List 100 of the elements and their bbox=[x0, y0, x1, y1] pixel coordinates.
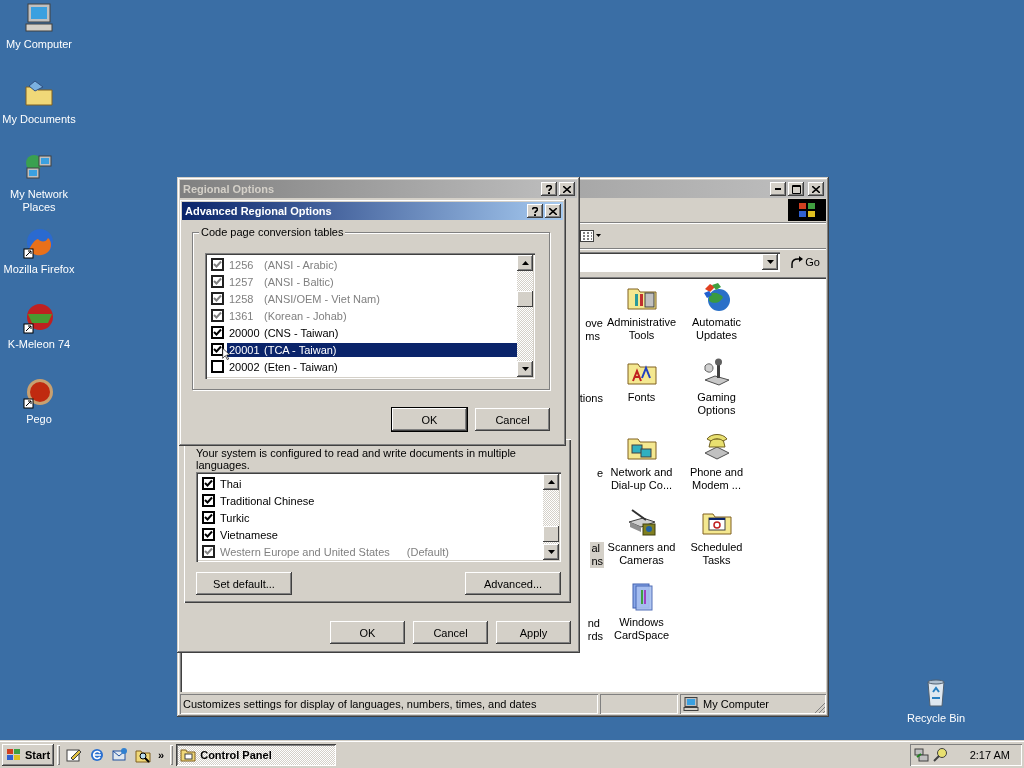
dropdown-button[interactable] bbox=[762, 254, 779, 270]
scrollbar[interactable] bbox=[543, 474, 559, 560]
windows-flag-icon bbox=[6, 748, 22, 762]
code-page-item[interactable]: 20002 (Eten - Taiwan) bbox=[227, 359, 517, 374]
down-arrow-icon bbox=[547, 550, 555, 554]
folder-icon bbox=[180, 748, 197, 762]
desktop-icon-label: K-Meleon 74 bbox=[6, 338, 72, 351]
desktop-shortcut[interactable]: K-Meleon 74 bbox=[0, 302, 78, 377]
desktop-shortcut[interactable]: My Computer bbox=[0, 2, 78, 77]
maximize-icon bbox=[791, 184, 801, 194]
control-panel-item-label[interactable]: Scanners and Cameras bbox=[606, 541, 677, 567]
taskbar-button[interactable]: Control Panel bbox=[176, 744, 337, 766]
scroll-down-button[interactable] bbox=[543, 544, 559, 560]
close-button[interactable] bbox=[545, 204, 561, 218]
desktop-shortcut[interactable]: Recycle Bin bbox=[897, 676, 975, 725]
views-button[interactable] bbox=[578, 227, 603, 244]
checkbox[interactable] bbox=[202, 528, 215, 541]
status-text: Customizes settings for display of languages, numbers, times, and dates bbox=[180, 694, 598, 714]
envelope-icon bbox=[112, 747, 129, 763]
computer-icon bbox=[23, 2, 55, 34]
magnifier-folder-icon bbox=[135, 747, 152, 763]
magnifier-tray-icon bbox=[933, 747, 949, 763]
language-label[interactable]: Turkic bbox=[218, 510, 252, 525]
mouse-pointer-icon bbox=[222, 348, 230, 360]
language-label[interactable]: Thai bbox=[218, 476, 244, 491]
advanced-button[interactable]: Advanced... bbox=[465, 572, 561, 595]
code-page-item[interactable]: 20001 (TCA - Taiwan) bbox=[227, 342, 517, 357]
control-panel-item-label[interactable]: Scheduled Tasks bbox=[689, 541, 744, 567]
windows-flag-icon bbox=[798, 202, 816, 218]
go-button[interactable]: Go bbox=[786, 251, 824, 273]
control-panel-item-label[interactable]: nd rds bbox=[586, 617, 604, 643]
zone-label: My Computer bbox=[703, 698, 770, 710]
desktop-icon-label: Mozilla Firefox bbox=[2, 263, 76, 276]
description-text: Your system is configured to read and write documents in multiple languages. bbox=[196, 447, 517, 471]
control-panel-item-label[interactable]: Gaming Options bbox=[696, 391, 737, 417]
dialog-button[interactable]: Cancel bbox=[413, 621, 488, 644]
desktop-shortcut[interactable]: My Network Places bbox=[0, 152, 78, 227]
desktop-icon-label: My Documents bbox=[1, 113, 77, 126]
desktop-icon-label: My Network Places bbox=[8, 188, 70, 214]
language-label[interactable]: Traditional Chinese bbox=[218, 493, 317, 508]
control-panel-item-label[interactable]: Windows CardSpace bbox=[612, 616, 670, 642]
checkbox[interactable] bbox=[202, 477, 215, 490]
desktop-icon-label: Recycle Bin bbox=[905, 712, 967, 725]
scrollbar-thumb[interactable] bbox=[517, 291, 533, 307]
checkbox[interactable] bbox=[202, 494, 215, 507]
question-mark-icon bbox=[532, 206, 538, 216]
window-title: Regional Options bbox=[183, 183, 275, 195]
control-panel-item-label[interactable]: Phone and Modem ... bbox=[688, 466, 745, 492]
creature-shortcut-icon bbox=[23, 302, 55, 334]
checkbox[interactable] bbox=[202, 511, 215, 524]
scroll-up-button[interactable] bbox=[543, 474, 559, 490]
resize-grip-icon bbox=[814, 702, 826, 714]
set-default-button[interactable]: Set default... bbox=[196, 572, 292, 595]
more-button[interactable]: » bbox=[155, 744, 168, 766]
scroll-up-button[interactable] bbox=[517, 255, 533, 271]
desktop-shortcut[interactable]: Mozilla Firefox bbox=[0, 227, 78, 302]
curved-arrow-icon bbox=[790, 255, 804, 269]
desktop-shortcut[interactable]: Pego bbox=[0, 377, 78, 452]
clock: 2:17 AM bbox=[969, 749, 1010, 761]
window-title: Advanced Regional Options bbox=[185, 205, 332, 217]
control-panel-item-label[interactable]: tions bbox=[578, 392, 604, 405]
scrollbar-thumb[interactable] bbox=[543, 526, 559, 542]
checkbox[interactable] bbox=[211, 360, 224, 373]
control-panel-item-label[interactable]: Network and Dial-up Co... bbox=[609, 466, 674, 492]
close-icon bbox=[549, 207, 557, 215]
control-panel-item-label[interactable]: ove ms bbox=[584, 317, 604, 343]
up-arrow-icon bbox=[521, 261, 529, 265]
dialog-button[interactable]: OK bbox=[330, 621, 405, 644]
caret-icon bbox=[596, 234, 601, 237]
desktop-icon-label: My Computer bbox=[5, 38, 73, 51]
network-tray-icon bbox=[914, 747, 930, 763]
control-panel-item-label[interactable]: al ns bbox=[590, 542, 604, 568]
code-page-item[interactable]: 20000 (CNS - Taiwan) bbox=[227, 325, 517, 340]
caret-icon bbox=[766, 260, 774, 264]
desktop-icon-label: Pego bbox=[25, 413, 53, 426]
checkbox[interactable] bbox=[211, 343, 224, 356]
help-button[interactable] bbox=[527, 204, 543, 218]
desktop-pencil-icon bbox=[66, 747, 83, 763]
minimize-icon bbox=[775, 188, 781, 190]
question-mark-icon bbox=[546, 184, 552, 194]
control-panel-item-label[interactable]: e bbox=[595, 467, 604, 480]
scroll-down-button[interactable] bbox=[517, 361, 533, 377]
start-button[interactable]: Start bbox=[2, 744, 55, 766]
group-box-label: Code page conversion tables bbox=[199, 225, 346, 239]
ball-shortcut-icon bbox=[23, 377, 55, 409]
desktop-shortcut[interactable]: My Documents bbox=[0, 77, 78, 152]
close-icon bbox=[812, 185, 820, 193]
language-label[interactable]: Vietnamese bbox=[218, 527, 280, 542]
control-panel-item-label[interactable]: Fonts bbox=[626, 391, 657, 404]
dialog-button[interactable]: Cancel bbox=[475, 408, 550, 431]
close-icon bbox=[563, 185, 571, 193]
control-panel-item-label[interactable]: Automatic Updates bbox=[691, 316, 742, 342]
default-note: (Default) bbox=[405, 544, 450, 559]
dialog-button[interactable]: OK bbox=[392, 408, 467, 431]
checkbox[interactable] bbox=[211, 326, 224, 339]
scrollbar[interactable] bbox=[517, 255, 533, 377]
down-arrow-icon bbox=[521, 367, 529, 371]
control-panel-item-label[interactable]: Administrative Tools bbox=[605, 316, 678, 342]
up-arrow-icon bbox=[547, 480, 555, 484]
dialog-button[interactable]: Apply bbox=[496, 621, 571, 644]
